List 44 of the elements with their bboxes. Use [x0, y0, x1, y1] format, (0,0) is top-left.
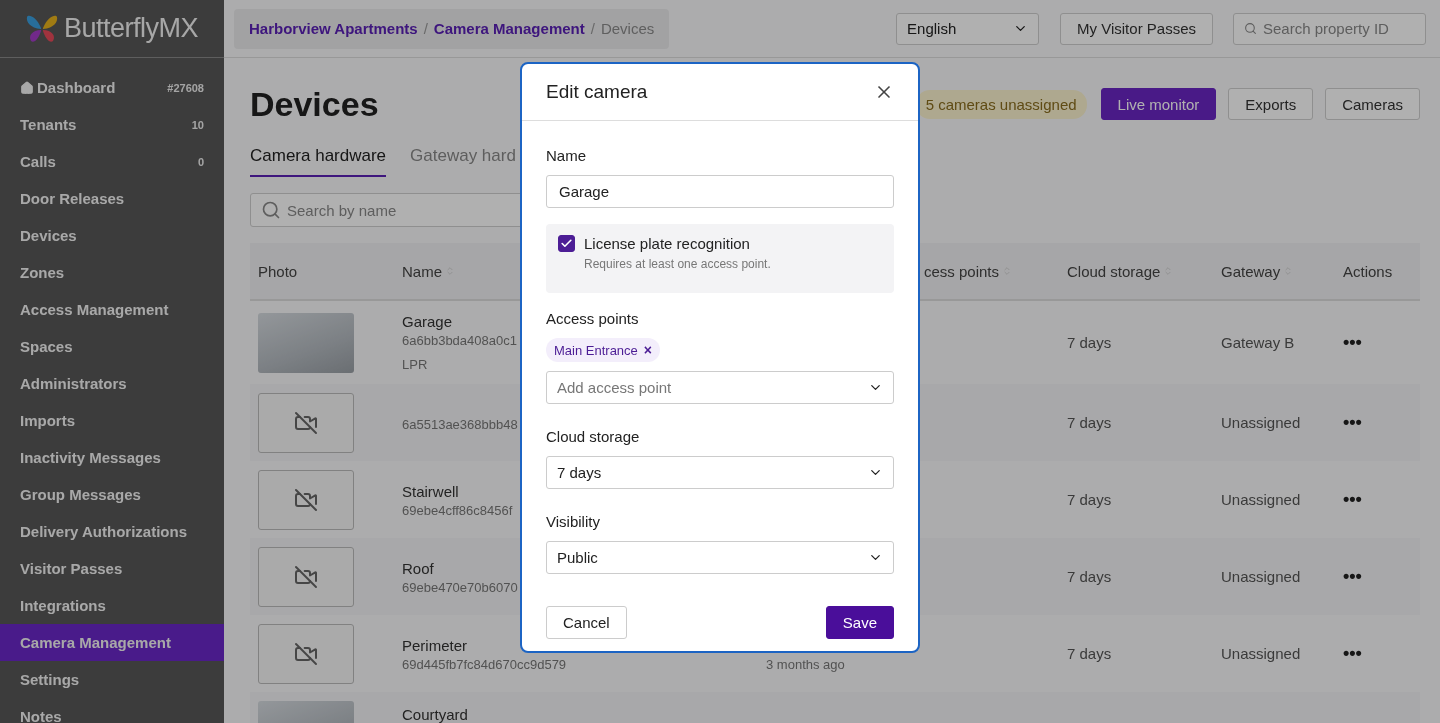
field-label: Visibility [546, 513, 601, 530]
table-cell: 7 days [1067, 568, 1112, 585]
column-header: Actions [1343, 262, 1393, 280]
chip-label: Main Entrance [554, 342, 638, 358]
field-label: Cloud storage [546, 428, 641, 445]
camera-name: Courtyard [402, 706, 468, 723]
field-label: Access points [546, 310, 640, 327]
checkbox-hint: Requires at least one access point. [584, 257, 771, 271]
camera-id: 6a6bb3bda408a0c1 [402, 334, 517, 347]
column-header: Gateway [1221, 262, 1281, 280]
table-cell: Gateway B [1221, 334, 1295, 351]
breadcrumb-current: Devices [600, 20, 655, 37]
table-cell: Unassigned [1221, 491, 1301, 508]
count-label: #27608 [167, 81, 204, 94]
dialog-title: Edit camera [546, 81, 648, 103]
camera-name: Roof [402, 559, 434, 577]
camera-id: 69d445fb7fc84d670cc9d579 [402, 657, 567, 671]
page-title: Devices [250, 84, 379, 124]
table-cell: 7 days [1067, 491, 1112, 508]
camera-name: Stairwell [402, 482, 459, 500]
count-label: 10 [191, 118, 204, 131]
camera-id: 69ebe4cff86c8456f [402, 503, 513, 517]
table-cell: 7 days [1067, 334, 1112, 351]
table-cell: 7 days [1067, 414, 1112, 431]
camera-id: 6a5513ae368bbb48 [402, 418, 518, 431]
table-cell: Unassigned [1221, 414, 1301, 431]
camera-name: Perimeter [402, 636, 468, 654]
count-label: 0 [197, 155, 204, 168]
column-header: Photo [258, 262, 298, 280]
column-header: cess points [924, 262, 1000, 280]
column-header: Cloud storage [1067, 262, 1161, 280]
brand-name: ButterflyMX [64, 13, 199, 44]
column-header: Name [402, 262, 442, 280]
field-label: Name [546, 147, 587, 164]
checkbox-label: License plate recognition [584, 235, 751, 252]
camera-name: Garage [402, 313, 453, 330]
table-cell: Unassigned [1221, 568, 1301, 585]
table-cell: 7 days [1067, 645, 1112, 662]
camera-id: 69ebe470e70b6070 [402, 580, 518, 594]
camera-tag: LPR [402, 357, 428, 372]
breadcrumb-separator: / [423, 20, 428, 37]
table-cell: Unassigned [1221, 645, 1301, 662]
breadcrumb-separator: / [590, 20, 595, 37]
table-cell: 3 months ago [766, 657, 845, 671]
